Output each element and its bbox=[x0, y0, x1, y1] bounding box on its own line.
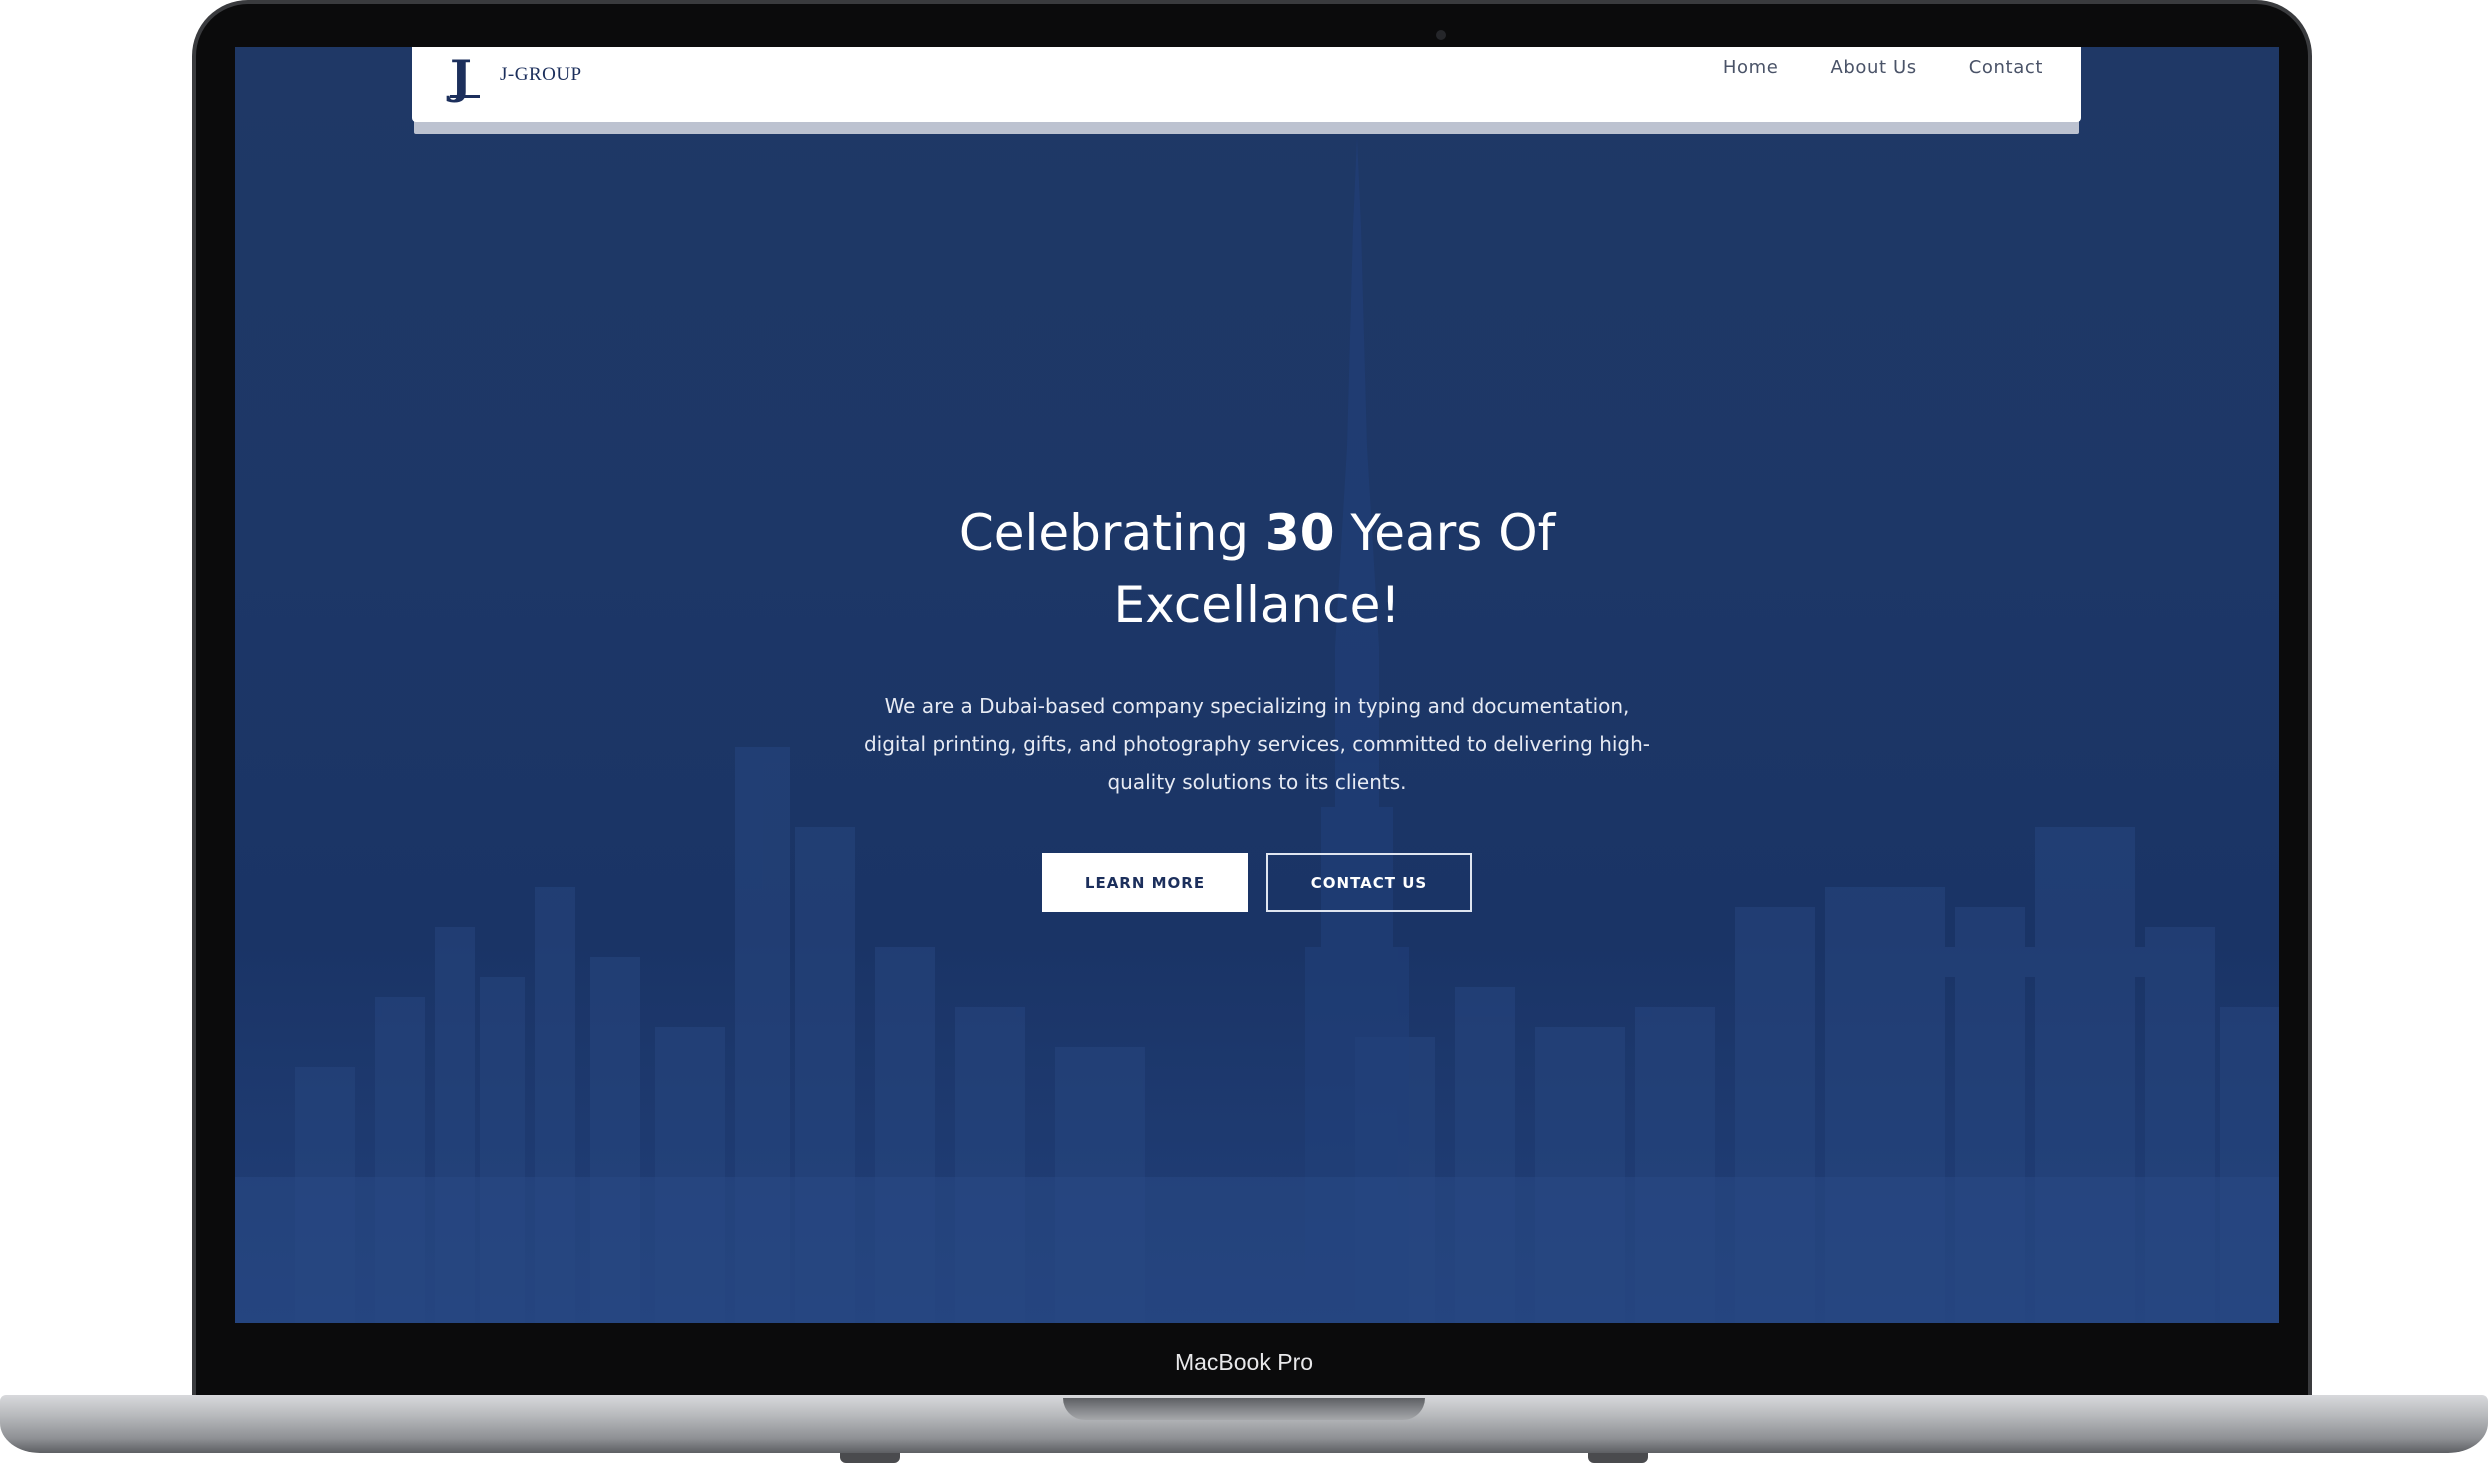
hero-title-bold: 30 bbox=[1264, 504, 1335, 562]
nav-link-contact[interactable]: Contact bbox=[1969, 57, 2043, 78]
nav-link-about-us[interactable]: About Us bbox=[1830, 57, 1916, 78]
laptop-foot-right bbox=[1588, 1453, 1648, 1463]
site-header: J J-GROUP Home About Us Contact bbox=[412, 47, 2081, 122]
learn-more-button[interactable]: LEARN MORE bbox=[1042, 853, 1248, 912]
hero-description: We are a Dubai-based company specializin… bbox=[863, 694, 1651, 794]
hero-title-pre: Celebrating bbox=[958, 504, 1265, 562]
nav-link-home[interactable]: Home bbox=[1723, 57, 1779, 78]
hero-buttons: LEARN MORE CONTACT US bbox=[235, 853, 2279, 912]
hero-title: Celebrating 30 Years Of Excellance! bbox=[907, 497, 1607, 641]
laptop-foot-left bbox=[840, 1453, 900, 1463]
logo-underline bbox=[450, 95, 480, 98]
laptop-base-notch bbox=[1063, 1398, 1425, 1420]
main-nav: Home About Us Contact bbox=[1723, 57, 2043, 78]
camera-dot bbox=[1436, 30, 1446, 40]
contact-us-button[interactable]: CONTACT US bbox=[1266, 853, 1472, 912]
logo-text[interactable]: J-GROUP bbox=[500, 64, 582, 86]
laptop-mockup: J J-GROUP Home About Us Contact Celebrat… bbox=[0, 0, 2488, 1476]
website-screen: J J-GROUP Home About Us Contact Celebrat… bbox=[235, 47, 2279, 1323]
device-label: MacBook Pro bbox=[1174, 1349, 1314, 1375]
hero-section: Celebrating 30 Years Of Excellance! We a… bbox=[235, 497, 2279, 912]
